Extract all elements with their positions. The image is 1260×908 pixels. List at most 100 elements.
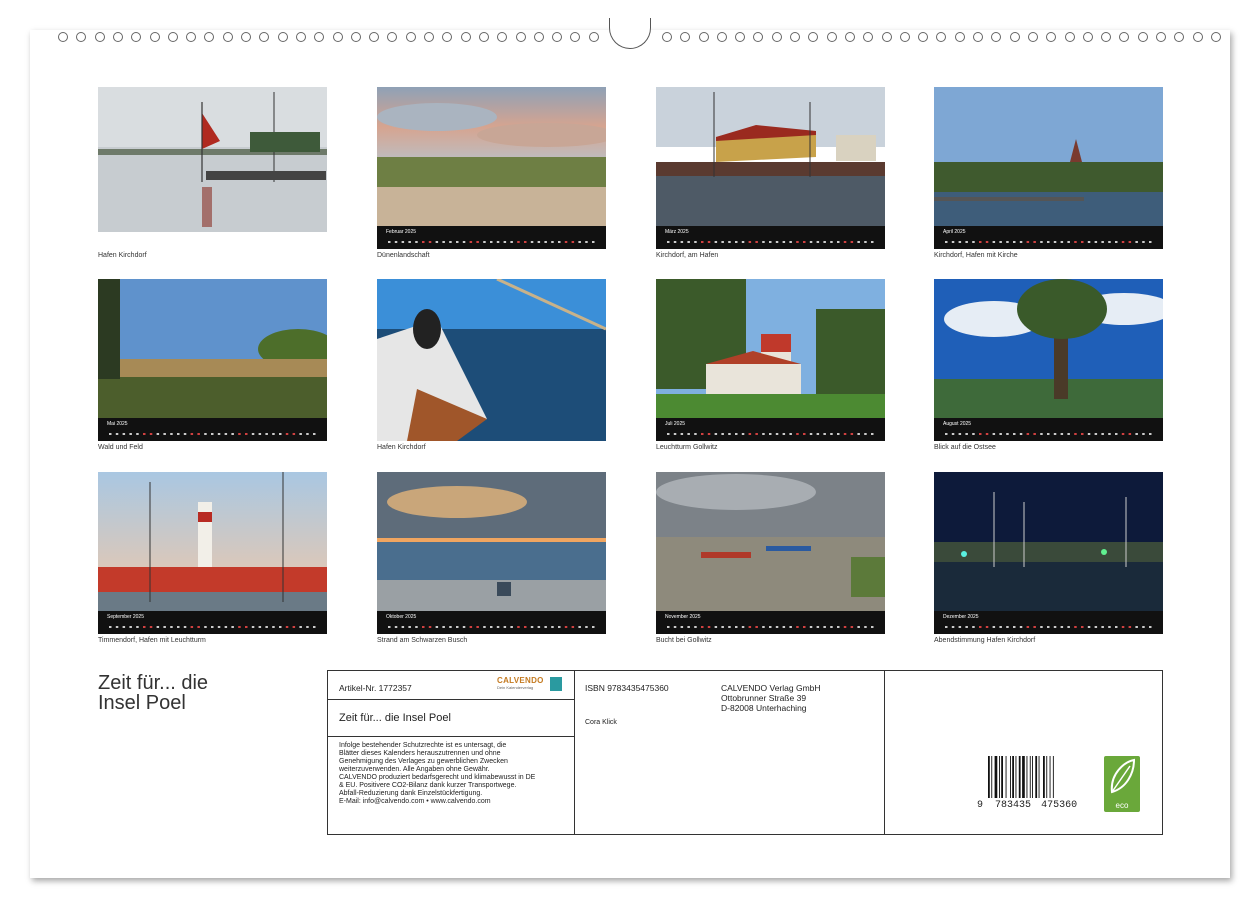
binding-ring	[131, 32, 142, 42]
publisher-street: Ottobrunner Straße 39	[721, 693, 807, 703]
day-tick	[673, 433, 677, 435]
day-tick	[667, 433, 670, 435]
day-tick	[687, 433, 690, 435]
day-tick	[578, 241, 581, 243]
calendar-bar-march: März 2025	[656, 226, 885, 249]
binding-ring	[478, 32, 489, 42]
day-tick	[428, 241, 432, 243]
day-tick	[735, 626, 738, 628]
legal-line: & EU. Positivere CO2-Bilanz dank kurzer …	[339, 782, 517, 789]
binding-ring	[771, 32, 782, 42]
day-tick	[707, 241, 711, 243]
day-tick	[1135, 433, 1138, 435]
day-tick	[183, 626, 187, 628]
day-tick	[1060, 626, 1064, 628]
binding-ring	[112, 32, 123, 42]
day-tick	[823, 241, 826, 243]
day-tick	[1121, 241, 1125, 243]
day-tick	[1026, 241, 1030, 243]
day-tick	[251, 433, 255, 435]
photo-caption: Blick auf die Ostsee	[934, 444, 996, 451]
binding-ring	[1101, 32, 1112, 42]
leaf-icon	[1110, 758, 1136, 794]
barcode-digits-left: 783435	[995, 800, 1032, 811]
day-tick	[843, 626, 847, 628]
day-tick	[571, 241, 575, 243]
day-tick	[265, 626, 268, 628]
day-tick	[1087, 626, 1091, 628]
day-tick	[483, 241, 486, 243]
photo-caption: Kirchdorf, Hafen mit Kirche	[934, 252, 1018, 259]
photo-caption: Strand am Schwarzen Busch	[377, 637, 468, 644]
barcode	[988, 756, 1054, 798]
day-tick	[245, 433, 248, 435]
day-tick	[1053, 241, 1057, 243]
day-tick	[823, 626, 826, 628]
day-tick	[170, 433, 173, 435]
binding-ring	[1192, 32, 1203, 42]
binding-ring	[918, 32, 929, 42]
day-tick	[972, 626, 975, 628]
day-tick	[694, 241, 697, 243]
calendar-bar-november: November 2025	[656, 611, 885, 634]
day-tick	[803, 433, 806, 435]
day-tick	[197, 433, 200, 435]
day-tick	[231, 433, 234, 435]
day-tick	[415, 626, 418, 628]
month-label: Oktober 2025	[386, 614, 417, 620]
binding-ring	[1027, 32, 1038, 42]
binding-ring	[1064, 32, 1075, 42]
day-tick	[442, 626, 445, 628]
day-tick	[864, 433, 867, 435]
day-tick	[1006, 626, 1009, 628]
legal-line: weiterzuverwenden. Alle Angaben ohne Gew…	[339, 766, 490, 773]
day-tick	[394, 241, 398, 243]
day-tick	[279, 433, 282, 435]
binding-ring	[735, 32, 746, 42]
day-tick	[687, 241, 690, 243]
binding-ring	[497, 32, 508, 42]
day-grid	[667, 626, 874, 628]
day-tick	[735, 433, 738, 435]
day-tick	[850, 241, 854, 243]
day-tick	[469, 241, 473, 243]
binding-ring	[442, 32, 453, 42]
day-tick	[190, 433, 194, 435]
day-tick	[1040, 433, 1043, 435]
day-tick	[782, 626, 786, 628]
binding-ring	[716, 32, 727, 42]
photo-boat-bow	[377, 279, 606, 441]
day-tick	[972, 433, 975, 435]
day-tick	[985, 241, 989, 243]
isbn: ISBN 9783435475360	[585, 683, 669, 693]
day-tick	[1060, 241, 1064, 243]
day-tick	[462, 241, 466, 243]
barcode-bar	[1052, 756, 1054, 798]
day-tick	[837, 241, 840, 243]
photo-caption: Wald und Feld	[98, 444, 143, 451]
day-tick	[136, 433, 139, 435]
day-tick	[1040, 241, 1043, 243]
day-tick	[1067, 241, 1070, 243]
day-tick	[1047, 241, 1050, 243]
calvendo-mark-icon	[550, 677, 562, 691]
day-tick	[803, 626, 806, 628]
day-tick	[1128, 433, 1132, 435]
day-tick	[530, 241, 534, 243]
day-tick	[279, 626, 282, 628]
binding-ring	[204, 32, 215, 42]
day-tick	[748, 626, 752, 628]
day-tick	[1026, 626, 1030, 628]
month-label: März 2025	[665, 229, 689, 235]
day-tick	[585, 241, 588, 243]
day-tick	[238, 626, 241, 628]
day-tick	[985, 433, 989, 435]
title-line-2: Insel Poel	[98, 692, 186, 714]
day-tick	[204, 626, 207, 628]
day-tick	[143, 433, 146, 435]
day-tick	[143, 626, 146, 628]
barcode-bar	[1026, 756, 1028, 798]
day-tick	[707, 433, 711, 435]
day-tick	[694, 433, 697, 435]
day-tick	[1121, 433, 1125, 435]
